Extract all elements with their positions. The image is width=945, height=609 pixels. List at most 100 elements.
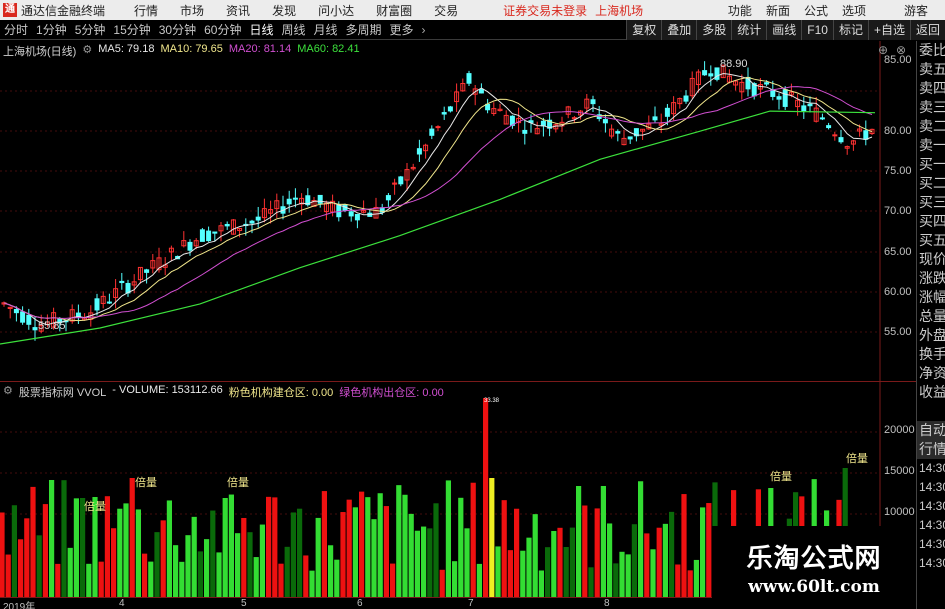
tool-back[interactable]: 返回 [909,20,945,40]
candle-body [819,117,825,120]
main-legend: 上海机场(日线) ⚙ MA5: 79.18 MA10: 79.65 MA20: … [3,43,360,59]
y-tick: 80.00 [884,125,912,137]
candle-body [485,103,491,111]
candle-body [212,231,218,234]
tool-f10[interactable]: F10 [801,20,833,40]
side-panel-item[interactable]: 净资 [917,364,945,383]
period-weekly[interactable]: 周线 [277,21,309,38]
side-panel-item[interactable]: 卖三 [917,98,945,117]
volume-bar [148,561,154,598]
side-panel-item[interactable]: 14:30 [917,535,945,554]
period-monthly[interactable]: 月线 [310,21,342,38]
side-panel-item[interactable]: 卖四 [917,79,945,98]
side-panel-item[interactable]: 委比 [917,41,945,60]
double-volume-label: 倍量 [770,471,792,483]
volume-bar [458,497,464,598]
candle-body [429,128,435,136]
tool-mark[interactable]: 标记 [832,20,868,40]
tool-stats[interactable]: 统计 [731,20,767,40]
volume-bar [638,481,644,598]
side-panel-item[interactable]: 涨幅 [917,288,945,307]
tool-add-watchlist[interactable]: +自选 [867,20,910,40]
menu-ask[interactable]: 问小达 [307,2,365,19]
volume-bar [117,508,123,598]
menu-discover[interactable]: 发现 [261,2,307,19]
period-1min[interactable]: 1分钟 [32,21,71,38]
side-panel-item[interactable]: 14:30 [917,478,945,497]
period-more[interactable]: 更多 [386,21,418,38]
side-panel-item[interactable]: 14:30 [917,554,945,573]
side-panel-item[interactable]: 换手 [917,345,945,364]
ma20-label: MA20: 81.14 [228,43,292,55]
menu-trade[interactable]: 交易 [423,2,469,19]
guest-label[interactable]: 游客 [897,2,935,19]
volume-bar [272,497,278,598]
side-panel-item[interactable]: 收益 [917,383,945,402]
candle-body [447,106,453,112]
volume-bar [520,550,526,598]
menu-market[interactable]: 市场 [169,2,215,19]
side-panel-item[interactable]: 总量 [917,307,945,326]
menu-new-page[interactable]: 新面 [759,2,797,19]
side-panel-item[interactable]: 14:30 [917,516,945,535]
side-panel-item[interactable]: 买二 [917,174,945,193]
volume-bar [495,546,501,598]
menu-formula[interactable]: 公式 [797,2,835,19]
volume-bar [129,478,135,598]
side-panel-item[interactable]: 自动 [917,421,945,440]
period-multi[interactable]: 多周期 [342,21,386,38]
volume-bar [706,503,712,598]
side-panel-item[interactable]: 卖一 [917,136,945,155]
side-panel-item[interactable]: 14:30 [917,459,945,478]
period-daily[interactable]: 日线 [245,21,277,38]
volume-bar [607,523,613,598]
menu-function[interactable]: 功能 [721,2,759,19]
period-30min[interactable]: 30分钟 [155,21,200,38]
side-panel-item[interactable]: 外盘 [917,326,945,345]
period-15min[interactable]: 15分钟 [109,21,154,38]
login-status[interactable]: 证券交易未登录 [503,2,587,19]
volume-bar [334,559,340,598]
volume-bar [235,533,241,598]
gear-icon[interactable]: ⚙ [82,43,92,59]
tool-multi-stock[interactable]: 多股 [696,20,732,40]
menu-quotes[interactable]: 行情 [123,2,169,19]
tool-adjust[interactable]: 复权 [626,20,662,40]
volume-bar [111,528,117,598]
tool-draw[interactable]: 画线 [766,20,802,40]
volume-bar [154,532,160,598]
tool-overlay[interactable]: 叠加 [661,20,697,40]
volume-bar [86,563,92,598]
side-panel-item[interactable]: 卖五 [917,60,945,79]
side-panel-item[interactable]: 买三 [917,193,945,212]
chevron-right-icon[interactable]: › [418,23,430,37]
side-panel-item[interactable]: 买四 [917,212,945,231]
volume-bar [309,570,315,598]
gear-icon[interactable]: ⚙ [3,384,13,400]
side-panel-item[interactable]: 买五 [917,231,945,250]
candle-body [832,134,838,137]
candle-body [664,107,670,117]
menu-options[interactable]: 选项 [835,2,873,19]
menu-wealth[interactable]: 财富圈 [365,2,423,19]
volume-bar [662,523,668,598]
candle-body [652,116,658,121]
period-5min[interactable]: 5分钟 [71,21,110,38]
menu-news[interactable]: 资讯 [215,2,261,19]
volume-bar [538,570,544,598]
side-panel-item[interactable]: 买一 [917,155,945,174]
side-panel-item[interactable] [917,402,945,421]
side-panel-item[interactable]: 涨跌 [917,269,945,288]
volume-bar [390,563,396,598]
volume-bar [135,509,141,598]
volume-bar [259,524,265,598]
period-tick[interactable]: 分时 [0,21,32,38]
kline-chart[interactable]: 上海机场(日线) ⚙ MA5: 79.18 MA10: 79.65 MA20: … [0,41,916,381]
side-panel-item[interactable]: 现价 [917,250,945,269]
side-panel-item[interactable]: 卖二 [917,117,945,136]
period-60min[interactable]: 60分钟 [200,21,245,38]
watermark-url: www.60lt.com [748,577,880,597]
side-panel-item[interactable]: 14:30 [917,497,945,516]
side-panel-item[interactable]: 行情 [917,440,945,459]
candle-body [206,230,212,242]
